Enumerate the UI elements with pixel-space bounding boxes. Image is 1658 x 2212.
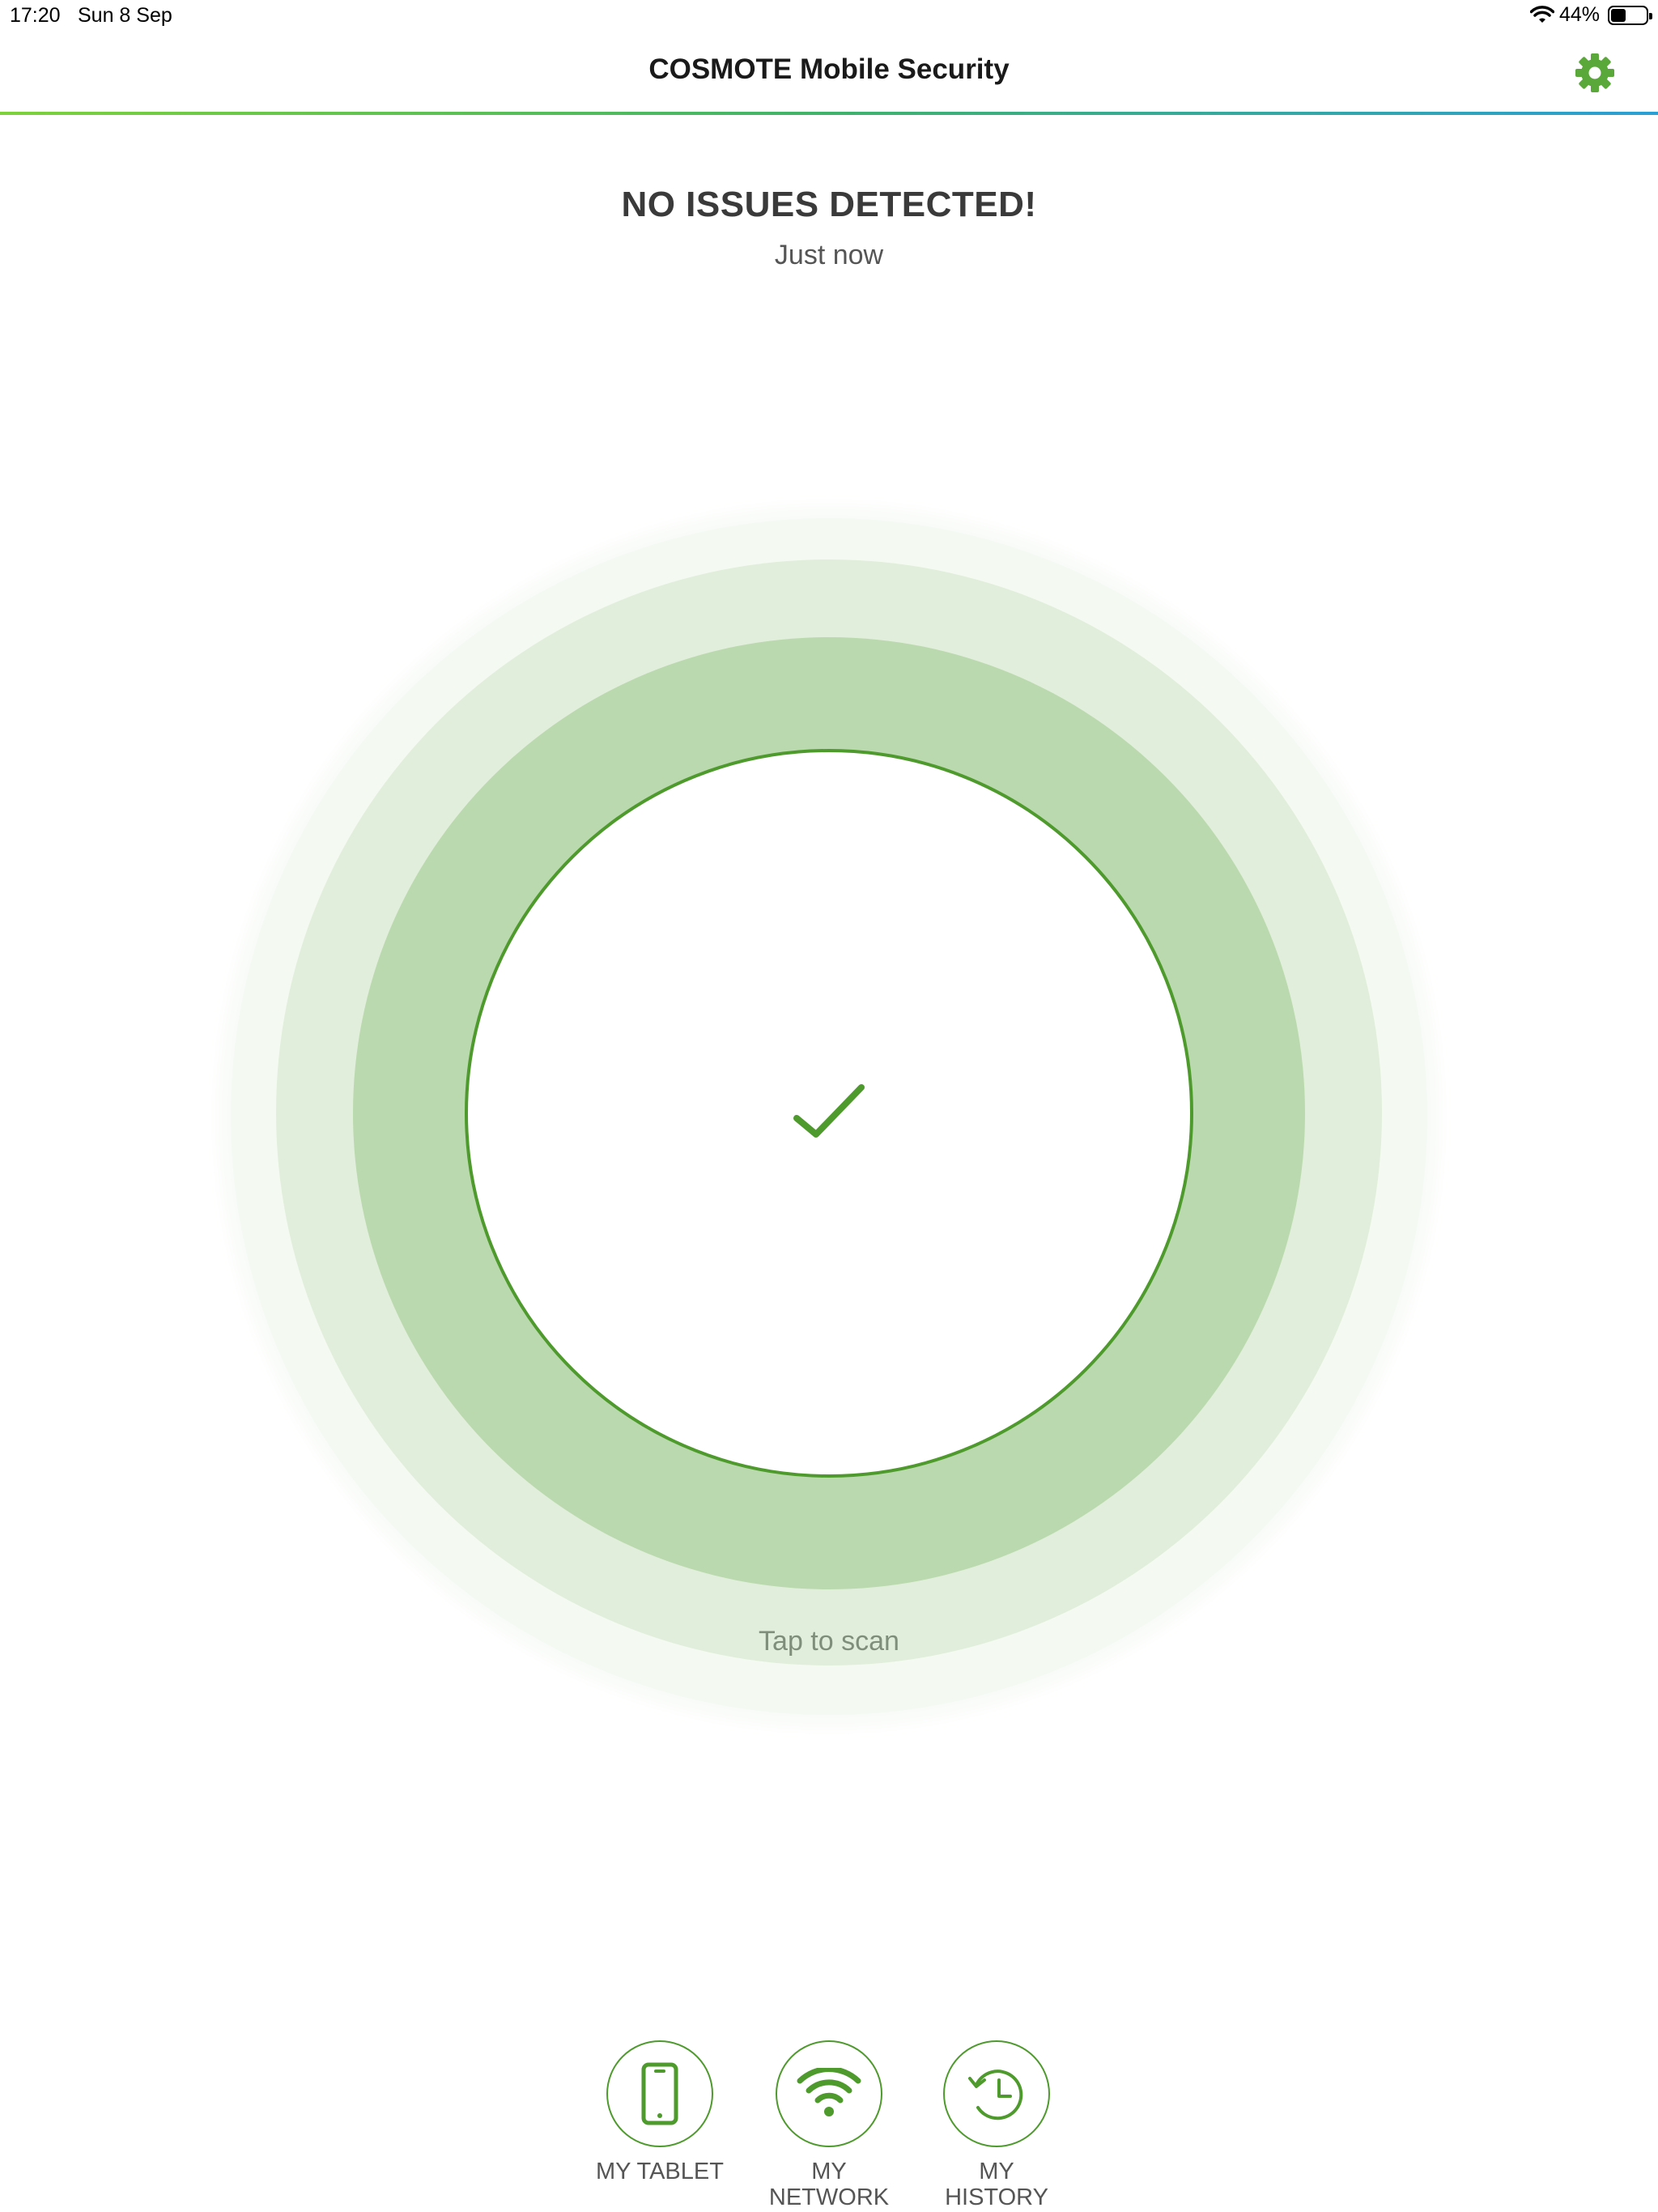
app-header: COSMOTE Mobile Security (0, 32, 1658, 115)
wifi-status-icon (1529, 5, 1554, 25)
nav-label: MY TABLET (596, 2159, 724, 2184)
nav-label-2: HISTORY (945, 2184, 1048, 2210)
wifi-icon (797, 2068, 861, 2116)
battery-percent: 44% (1558, 3, 1600, 26)
nav-label: MY (811, 2159, 847, 2184)
gear-icon (1575, 53, 1614, 92)
status-indicators: 44% (1529, 3, 1652, 27)
scan-status-title: NO ISSUES DETECTED! (621, 185, 1037, 224)
status-bar: 17:20 Sun 8 Sep 44% (0, 0, 1658, 32)
status-time: 17:20 (10, 4, 61, 27)
history-icon (968, 2069, 1023, 2121)
app-title: COSMOTE Mobile Security (648, 53, 1010, 85)
app-screen: 17:20 Sun 8 Sep 44% COSMOTE Mobile Secur… (0, 0, 1658, 2212)
tablet-icon (641, 2062, 678, 2125)
battery-fill (1611, 8, 1626, 22)
checkmark-icon (793, 1084, 865, 1138)
settings-button[interactable] (1571, 49, 1619, 97)
bottom-nav: MY TABLET MY NETWORK MY HISTORY (0, 2040, 1658, 2212)
battery-icon (1608, 5, 1652, 25)
nav-label: MY (979, 2159, 1014, 2184)
scan-time: Just now (774, 240, 884, 270)
status-date: Sun 8 Sep (78, 4, 172, 27)
nav-label-2: NETWORK (768, 2184, 890, 2210)
nav-my-history[interactable]: MY HISTORY (916, 2040, 1078, 2210)
nav-my-network[interactable]: MY NETWORK (748, 2040, 910, 2210)
nav-my-tablet[interactable]: MY TABLET (579, 2040, 741, 2184)
header-divider (0, 112, 1658, 115)
tap-to-scan-label: Tap to scan (759, 1626, 899, 1657)
